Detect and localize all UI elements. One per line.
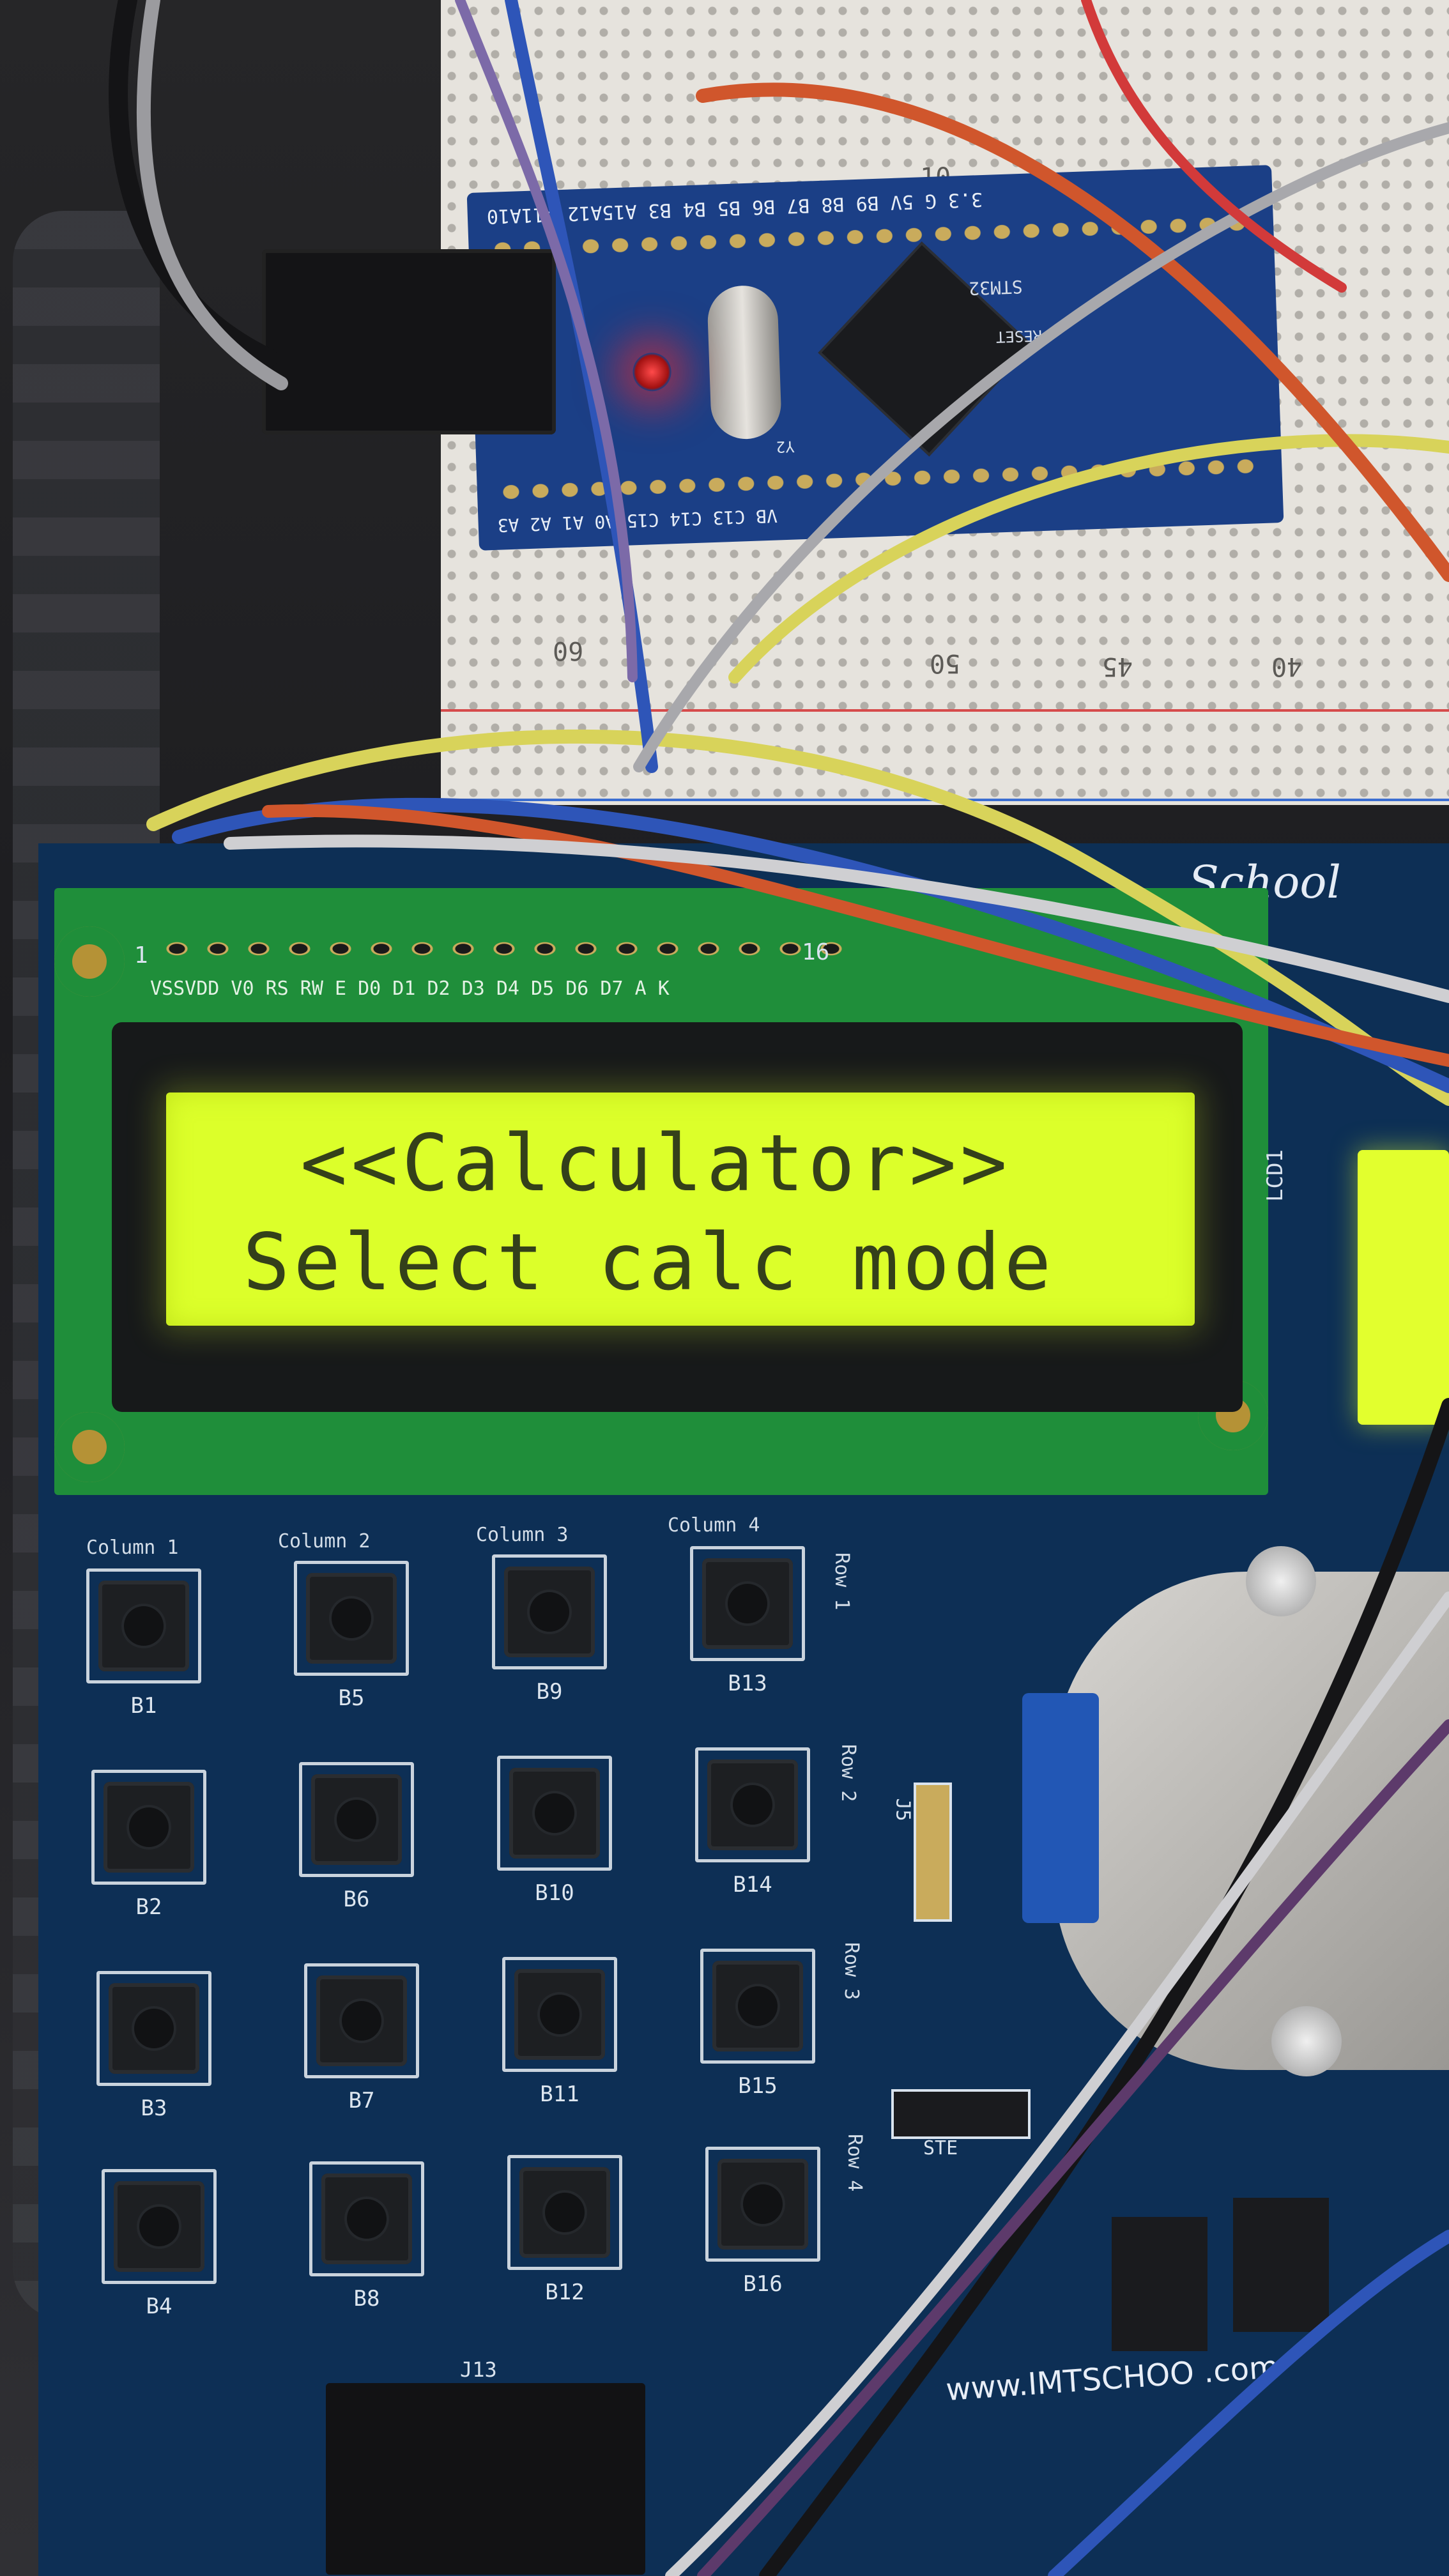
wire-gray [633,122,1449,772]
wire-blue [1048,2230,1449,2576]
wire-purple [455,0,638,682]
wire-black [759,1398,1449,2576]
jumper-wires [109,0,1449,2576]
wire-yellow [146,729,1449,1106]
photo-scene: 10 60 50 45 40 3.3 G 5V B9 B8 B7 B6 B5 B… [0,0,1449,2576]
wire-gray [136,0,288,390]
wire-white [665,1591,1449,2576]
wire-red [1081,0,1347,293]
wire-yellow [728,434,1449,684]
wire-purple [697,1719,1449,2576]
